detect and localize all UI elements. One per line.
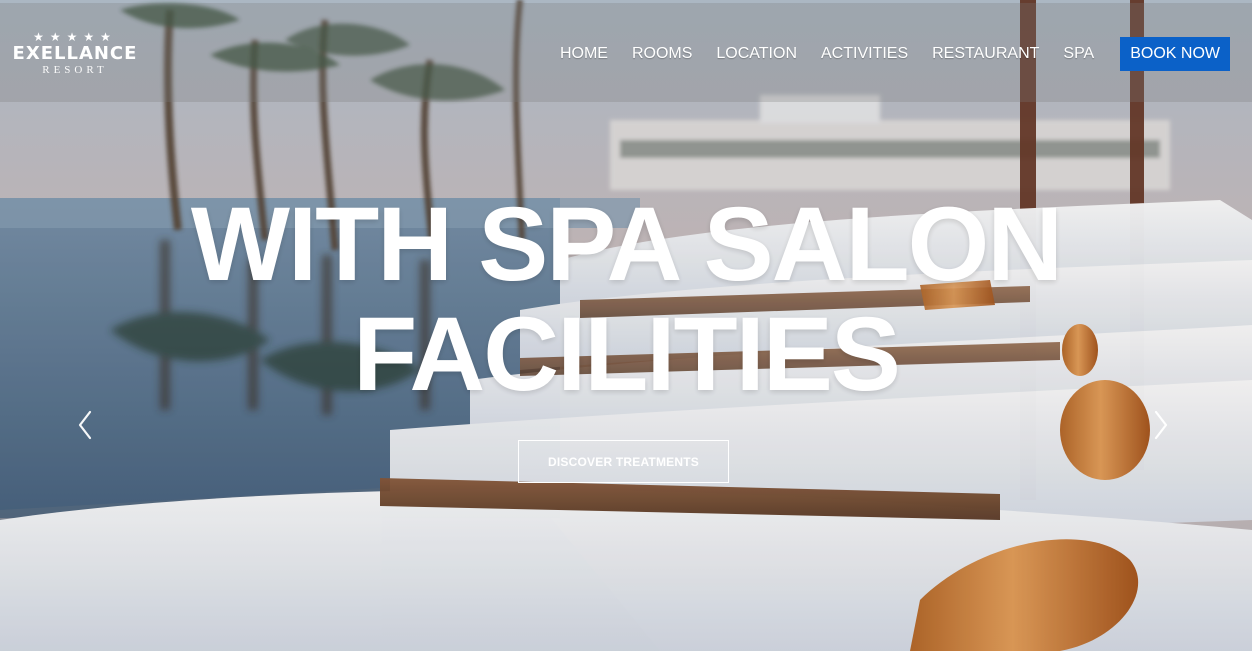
brand-logo[interactable]: ★★★★★ EXELLANCE RESORT	[10, 30, 140, 76]
logo-subtitle: RESORT	[42, 64, 108, 76]
nav-item-activities[interactable]: ACTIVITIES	[809, 37, 920, 71]
nav-item-restaurant[interactable]: RESTAURANT	[920, 37, 1051, 71]
nav-item-spa[interactable]: SPA	[1051, 37, 1106, 71]
nav-item-rooms[interactable]: ROOMS	[620, 37, 704, 71]
nav-item-home[interactable]: HOME	[548, 37, 620, 71]
logo-name: EXELLANCE	[12, 43, 138, 64]
discover-treatments-button[interactable]: DISCOVER TREATMENTS	[518, 440, 729, 483]
hero-headline-line-2: FACILITIES	[353, 296, 901, 413]
hero-headline: WITH SPA SALON FACILITIES	[0, 190, 1252, 410]
hero-headline-line-1: WITH SPA SALON	[190, 186, 1063, 303]
logo-stars: ★★★★★	[33, 30, 117, 44]
book-now-button[interactable]: BOOK NOW	[1120, 37, 1230, 71]
main-nav: HOME ROOMS LOCATION ACTIVITIES RESTAURAN…	[548, 37, 1230, 71]
chevron-right-icon[interactable]	[1148, 408, 1172, 442]
chevron-left-icon[interactable]	[74, 408, 98, 442]
nav-item-location[interactable]: LOCATION	[704, 37, 809, 71]
hero-section: ★★★★★ EXELLANCE RESORT HOME ROOMS LOCATI…	[0, 0, 1252, 651]
